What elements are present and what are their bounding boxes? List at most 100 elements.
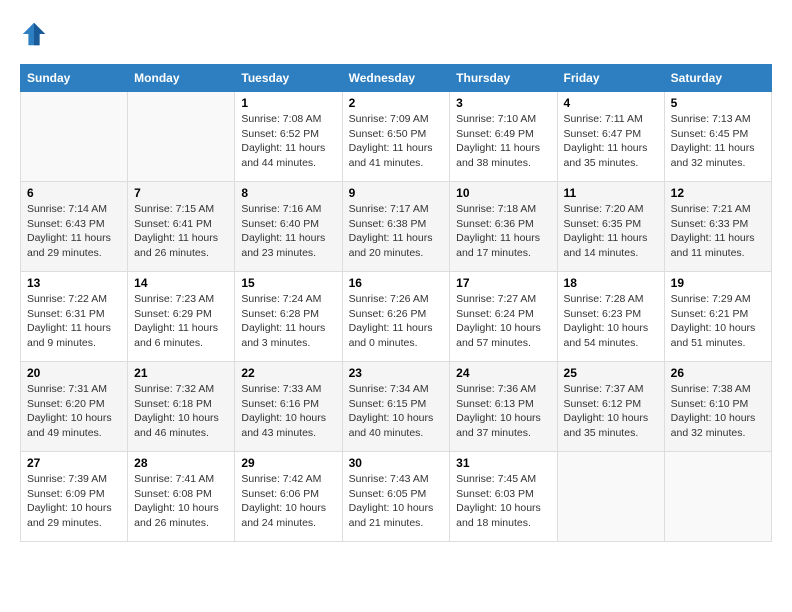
calendar-cell: 9Sunrise: 7:17 AM Sunset: 6:38 PM Daylig… (342, 182, 450, 272)
calendar-cell: 20 Sunrise: 7:31 AM Sunset: 6:20 PM Dayli… (21, 362, 128, 452)
day-info: Sunrise: 7:42 AM Sunset: 6:06 PM Dayligh… (241, 472, 335, 531)
day-number: 22 (241, 366, 335, 380)
day-info: Sunrise: 7:10 AM Sunset: 6:49 PM Dayligh… (456, 112, 550, 171)
day-number: 26 (671, 366, 765, 380)
day-number: 27 (27, 456, 121, 470)
day-number: 9 (349, 186, 444, 200)
logo (20, 20, 52, 48)
calendar-cell: 3 Sunrise: 7:10 AM Sunset: 6:49 PM Daylig… (450, 92, 557, 182)
day-number: 30 (349, 456, 444, 470)
day-number: 21 (134, 366, 228, 380)
day-number: 23 (349, 366, 444, 380)
day-info: Sunrise: 7:13 AM Sunset: 6:45 PM Dayligh… (671, 112, 765, 171)
day-number: 20 (27, 366, 121, 380)
calendar-cell: 16 Sunrise: 7:26 AM Sunset: 6:26 PM Dayli… (342, 272, 450, 362)
weekday-header: Monday (128, 65, 235, 92)
day-number: 19 (671, 276, 765, 290)
day-number: 4 (564, 96, 658, 110)
calendar-cell: 4Sunrise: 7:11 AM Sunset: 6:47 PM Daylig… (557, 92, 664, 182)
day-number: 28 (134, 456, 228, 470)
day-info: Sunrise: 7:20 AM Sunset: 6:35 PM Dayligh… (564, 202, 658, 261)
calendar-cell: 5Sunrise: 7:13 AM Sunset: 6:45 PM Daylig… (664, 92, 771, 182)
calendar-cell: 28 Sunrise: 7:41 AM Sunset: 6:08 PM Dayli… (128, 452, 235, 542)
day-info: Sunrise: 7:36 AM Sunset: 6:13 PM Dayligh… (456, 382, 550, 441)
day-number: 1 (241, 96, 335, 110)
day-info: Sunrise: 7:39 AM Sunset: 6:09 PM Dayligh… (27, 472, 121, 531)
calendar-cell: 21 Sunrise: 7:32 AM Sunset: 6:18 PM Dayli… (128, 362, 235, 452)
calendar-cell: 19 Sunrise: 7:29 AM Sunset: 6:21 PM Dayli… (664, 272, 771, 362)
calendar-cell (557, 452, 664, 542)
day-info: Sunrise: 7:23 AM Sunset: 6:29 PM Dayligh… (134, 292, 228, 351)
day-info: Sunrise: 7:08 AM Sunset: 6:52 PM Dayligh… (241, 112, 335, 171)
day-number: 2 (349, 96, 444, 110)
calendar-cell (21, 92, 128, 182)
day-number: 18 (564, 276, 658, 290)
day-info: Sunrise: 7:38 AM Sunset: 6:10 PM Dayligh… (671, 382, 765, 441)
day-number: 16 (349, 276, 444, 290)
calendar-cell: 31 Sunrise: 7:45 AM Sunset: 6:03 PM Dayli… (450, 452, 557, 542)
day-info: Sunrise: 7:24 AM Sunset: 6:28 PM Dayligh… (241, 292, 335, 351)
weekday-header: Wednesday (342, 65, 450, 92)
day-info: Sunrise: 7:22 AM Sunset: 6:31 PM Dayligh… (27, 292, 121, 351)
weekday-header: Friday (557, 65, 664, 92)
calendar-cell: 7 Sunrise: 7:15 AM Sunset: 6:41 PM Daylig… (128, 182, 235, 272)
day-number: 10 (456, 186, 550, 200)
weekday-header-row: SundayMondayTuesdayWednesdayThursdayFrid… (21, 65, 772, 92)
day-number: 29 (241, 456, 335, 470)
page-header (20, 20, 772, 48)
day-info: Sunrise: 7:45 AM Sunset: 6:03 PM Dayligh… (456, 472, 550, 531)
logo-icon (20, 20, 48, 48)
calendar-cell: 8 Sunrise: 7:16 AM Sunset: 6:40 PM Daylig… (235, 182, 342, 272)
day-number: 15 (241, 276, 335, 290)
calendar-cell: 1 Sunrise: 7:08 AM Sunset: 6:52 PM Daylig… (235, 92, 342, 182)
day-info: Sunrise: 7:14 AM Sunset: 6:43 PM Dayligh… (27, 202, 121, 261)
day-info: Sunrise: 7:09 AM Sunset: 6:50 PM Dayligh… (349, 112, 444, 171)
day-info: Sunrise: 7:27 AM Sunset: 6:24 PM Dayligh… (456, 292, 550, 351)
day-info: Sunrise: 7:34 AM Sunset: 6:15 PM Dayligh… (349, 382, 444, 441)
calendar-week-row: 1 Sunrise: 7:08 AM Sunset: 6:52 PM Daylig… (21, 92, 772, 182)
calendar-cell (664, 452, 771, 542)
calendar-cell: 22Sunrise: 7:33 AM Sunset: 6:16 PM Dayli… (235, 362, 342, 452)
day-info: Sunrise: 7:41 AM Sunset: 6:08 PM Dayligh… (134, 472, 228, 531)
day-info: Sunrise: 7:28 AM Sunset: 6:23 PM Dayligh… (564, 292, 658, 351)
day-number: 11 (564, 186, 658, 200)
calendar-cell: 2 Sunrise: 7:09 AM Sunset: 6:50 PM Daylig… (342, 92, 450, 182)
calendar-cell: 27 Sunrise: 7:39 AM Sunset: 6:09 PM Dayli… (21, 452, 128, 542)
calendar-cell: 29 Sunrise: 7:42 AM Sunset: 6:06 PM Dayli… (235, 452, 342, 542)
calendar-week-row: 27 Sunrise: 7:39 AM Sunset: 6:09 PM Dayli… (21, 452, 772, 542)
calendar-cell: 24 Sunrise: 7:36 AM Sunset: 6:13 PM Dayli… (450, 362, 557, 452)
day-info: Sunrise: 7:43 AM Sunset: 6:05 PM Dayligh… (349, 472, 444, 531)
day-number: 7 (134, 186, 228, 200)
weekday-header: Saturday (664, 65, 771, 92)
calendar-table: SundayMondayTuesdayWednesdayThursdayFrid… (20, 64, 772, 542)
day-info: Sunrise: 7:15 AM Sunset: 6:41 PM Dayligh… (134, 202, 228, 261)
weekday-header: Tuesday (235, 65, 342, 92)
day-info: Sunrise: 7:16 AM Sunset: 6:40 PM Dayligh… (241, 202, 335, 261)
calendar-cell: 25 Sunrise: 7:37 AM Sunset: 6:12 PM Dayli… (557, 362, 664, 452)
calendar-cell: 10 Sunrise: 7:18 AM Sunset: 6:36 PM Dayli… (450, 182, 557, 272)
day-info: Sunrise: 7:31 AM Sunset: 6:20 PM Dayligh… (27, 382, 121, 441)
day-number: 17 (456, 276, 550, 290)
weekday-header: Sunday (21, 65, 128, 92)
calendar-week-row: 20 Sunrise: 7:31 AM Sunset: 6:20 PM Dayli… (21, 362, 772, 452)
day-info: Sunrise: 7:18 AM Sunset: 6:36 PM Dayligh… (456, 202, 550, 261)
calendar-cell: 15 Sunrise: 7:24 AM Sunset: 6:28 PM Dayli… (235, 272, 342, 362)
day-info: Sunrise: 7:29 AM Sunset: 6:21 PM Dayligh… (671, 292, 765, 351)
day-info: Sunrise: 7:26 AM Sunset: 6:26 PM Dayligh… (349, 292, 444, 351)
day-number: 3 (456, 96, 550, 110)
weekday-header: Thursday (450, 65, 557, 92)
calendar-cell: 6Sunrise: 7:14 AM Sunset: 6:43 PM Daylig… (21, 182, 128, 272)
calendar-week-row: 6Sunrise: 7:14 AM Sunset: 6:43 PM Daylig… (21, 182, 772, 272)
calendar-cell: 17 Sunrise: 7:27 AM Sunset: 6:24 PM Dayli… (450, 272, 557, 362)
calendar-cell (128, 92, 235, 182)
calendar-cell: 23 Sunrise: 7:34 AM Sunset: 6:15 PM Dayli… (342, 362, 450, 452)
day-number: 8 (241, 186, 335, 200)
day-number: 25 (564, 366, 658, 380)
calendar-cell: 26 Sunrise: 7:38 AM Sunset: 6:10 PM Dayli… (664, 362, 771, 452)
day-info: Sunrise: 7:32 AM Sunset: 6:18 PM Dayligh… (134, 382, 228, 441)
day-number: 24 (456, 366, 550, 380)
calendar-cell: 12Sunrise: 7:21 AM Sunset: 6:33 PM Dayli… (664, 182, 771, 272)
calendar-cell: 30 Sunrise: 7:43 AM Sunset: 6:05 PM Dayli… (342, 452, 450, 542)
day-number: 31 (456, 456, 550, 470)
day-info: Sunrise: 7:37 AM Sunset: 6:12 PM Dayligh… (564, 382, 658, 441)
